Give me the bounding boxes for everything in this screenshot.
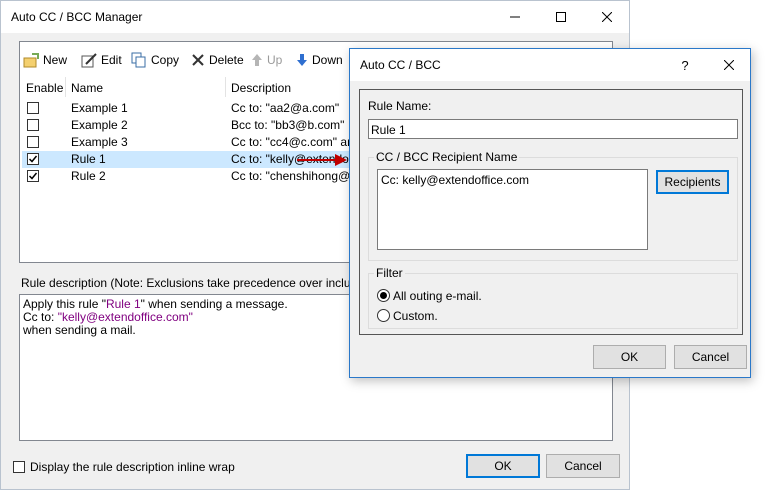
filter-all-radio[interactable] (377, 289, 390, 302)
edit-label: Edit (101, 53, 122, 67)
rule-name-cell: Rule 1 (71, 152, 106, 166)
down-button[interactable]: Down (296, 51, 343, 69)
column-divider[interactable] (65, 77, 66, 97)
rule-name-cell: Example 3 (71, 135, 128, 149)
rule-name-input[interactable]: Rule 1 (368, 119, 738, 139)
rule-description-cell: Cc to: "aa2@a.com" (231, 101, 340, 115)
description-text: Apply this rule " (23, 297, 106, 311)
description-text: Cc to: (23, 310, 58, 324)
recipient-textarea[interactable]: Cc: kelly@extendoffice.com (377, 169, 648, 250)
maximize-button[interactable] (538, 1, 584, 33)
copy-icon (131, 52, 146, 68)
edit-button[interactable]: Edit (81, 51, 122, 69)
dialog-close-button[interactable] (706, 49, 752, 81)
inline-wrap-checkbox[interactable] (13, 461, 25, 473)
rule-name-cell: Example 2 (71, 118, 128, 132)
checkmark-icon (28, 172, 38, 180)
dialog-cancel-button[interactable]: Cancel (674, 345, 747, 369)
arrow-up-icon (252, 54, 262, 66)
rule-description-cell: Bcc to: "bb3@b.com" (231, 118, 345, 132)
minimize-button[interactable] (492, 1, 538, 33)
enable-checkbox[interactable] (27, 119, 39, 131)
help-icon: ? (681, 57, 689, 73)
description-text: " when sending a message. (140, 297, 288, 311)
delete-icon (192, 54, 204, 66)
dialog-title: Auto CC / BCC (360, 58, 441, 72)
help-button[interactable]: ? (662, 49, 708, 81)
arrow-down-icon (297, 54, 307, 66)
inline-wrap-label[interactable]: Display the rule description inline wrap (30, 460, 235, 474)
delete-label: Delete (209, 53, 244, 67)
rule-name-cell: Rule 2 (71, 169, 106, 183)
dialog-titlebar[interactable]: Auto CC / BCC ? (350, 49, 750, 81)
edit-icon (81, 53, 97, 68)
close-icon (724, 60, 734, 70)
copy-label: Copy (151, 53, 180, 67)
main-cancel-button[interactable]: Cancel (546, 454, 620, 478)
checkmark-icon (28, 155, 38, 163)
enable-checkbox[interactable] (27, 153, 39, 165)
main-window-title: Auto CC / BCC Manager (11, 10, 143, 24)
filter-group-label: Filter (374, 266, 405, 280)
enable-checkbox[interactable] (27, 170, 39, 182)
close-button[interactable] (584, 1, 630, 33)
rule-description-label: Rule description (Note: Exclusions take … (21, 276, 398, 290)
filter-all-label[interactable]: All outing e-mail. (393, 289, 482, 303)
red-arrow-icon (297, 154, 347, 166)
filter-custom-label[interactable]: Custom. (393, 309, 438, 323)
filter-custom-radio[interactable] (377, 309, 390, 322)
maximize-icon (556, 12, 566, 22)
rule-name-cell: Example 1 (71, 101, 128, 115)
new-button[interactable]: New (23, 51, 67, 69)
up-label: Up (267, 53, 283, 67)
description-email-link[interactable]: "kelly@extendoffice.com" (58, 310, 193, 324)
recipient-group-label: CC / BCC Recipient Name (374, 150, 520, 164)
enable-checkbox[interactable] (27, 136, 39, 148)
down-label: Down (312, 53, 343, 67)
column-enable[interactable]: Enable (26, 81, 63, 95)
column-name[interactable]: Name (71, 81, 103, 95)
dialog-ok-button[interactable]: OK (593, 345, 666, 369)
main-ok-button[interactable]: OK (466, 454, 540, 478)
column-description[interactable]: Description (231, 81, 291, 95)
column-divider[interactable] (225, 77, 226, 97)
rule-description-cell: Cc to: "chenshihong@ext (231, 169, 367, 183)
delete-button[interactable]: Delete (191, 51, 244, 69)
auto-cc-bcc-dialog: Auto CC / BCC ? Rule Name: Rule 1 CC / B… (349, 48, 751, 378)
main-titlebar[interactable]: Auto CC / BCC Manager (1, 1, 629, 33)
rule-name-label: Rule Name: (368, 99, 432, 113)
new-label: New (43, 53, 68, 67)
close-icon (602, 12, 612, 22)
description-rule-name[interactable]: Rule 1 (106, 297, 141, 311)
new-icon (23, 53, 39, 68)
copy-button[interactable]: Copy (131, 51, 179, 69)
enable-checkbox[interactable] (27, 102, 39, 114)
recipients-button[interactable]: Recipients (656, 170, 729, 194)
up-button[interactable]: Up (251, 51, 282, 69)
minimize-icon (510, 16, 520, 18)
